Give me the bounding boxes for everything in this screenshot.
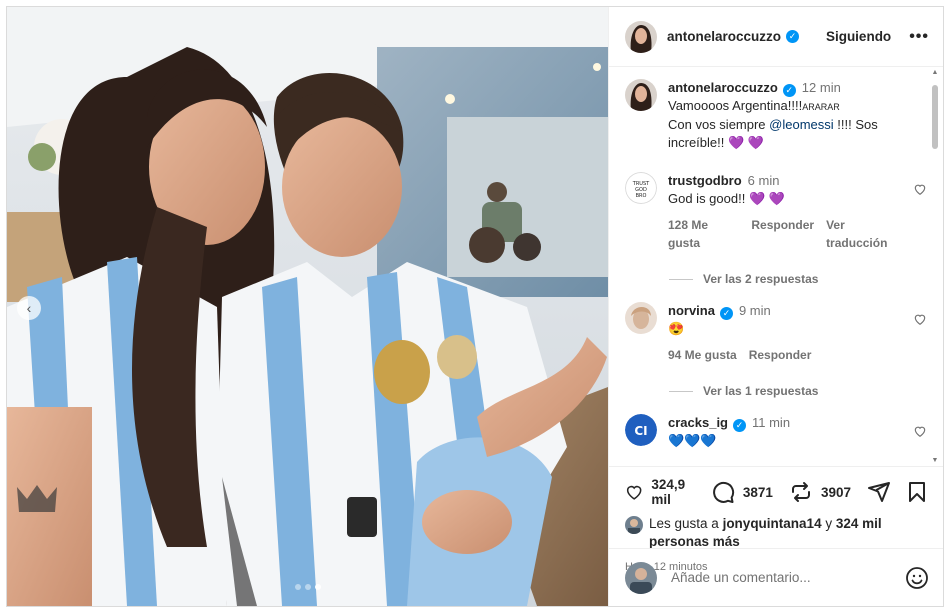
comment-body: norvina ✓ 9 min 😍 94 Me gusta Responder [668, 302, 905, 364]
comment-body: trustgodbro 6 min God is good!! 💜 💜 128 M… [668, 172, 905, 252]
add-comment-input[interactable] [671, 570, 881, 585]
comment: norvina ✓ 9 min 😍 94 Me gusta Responder [625, 302, 927, 364]
comment-text: God is good!! 💜 💜 [668, 191, 785, 206]
heart-icon [626, 485, 642, 500]
comment-bubble-icon [713, 481, 734, 503]
svg-text:CI: CI [634, 424, 647, 438]
comment-meta: 94 Me gusta Responder [668, 346, 905, 364]
comment-username[interactable]: norvina [668, 303, 715, 318]
comment: CI cracks_ig ✓ 11 min 💙💙💙 [625, 414, 927, 450]
comment-time[interactable]: 11 min [752, 415, 790, 430]
like-comment-heart-icon[interactable] [913, 182, 927, 196]
post-header: antonelaroccuzzo ✓ Siguiendo ••• [609, 7, 943, 67]
carousel-dot-active [314, 584, 321, 590]
verified-badge-icon: ✓ [733, 419, 746, 432]
liked-by-text: Les gusta a jonyquintana14 y 324 mil per… [649, 516, 882, 549]
liker-username[interactable]: jonyquintana14 [723, 516, 822, 531]
caption-line-1: Vamoooos Argentina!!!!ARARAR [668, 98, 840, 113]
comment-likes-count[interactable]: 128 Me gusta [668, 216, 739, 252]
liked-by: Les gusta a jonyquintana14 y 324 mil per… [625, 515, 929, 551]
carousel-dot [294, 584, 301, 590]
caption: antonelaroccuzzo ✓ 12 min Vamoooos Argenti… [625, 79, 927, 152]
more-options-icon[interactable]: ••• [909, 28, 929, 46]
replies-divider [669, 390, 693, 392]
post-details-panel: antonelaroccuzzo ✓ Siguiendo ••• ▲ ▼ ant… [608, 7, 943, 606]
chevron-left-icon: ‹ [26, 300, 32, 316]
repost-button[interactable]: 3907 [789, 480, 851, 504]
liker-avatar[interactable] [625, 516, 643, 534]
like-comment-heart-icon[interactable] [913, 424, 927, 438]
comment-username[interactable]: cracks_ig [668, 415, 728, 430]
comments-count: 3871 [742, 484, 773, 500]
caption-avatar[interactable] [625, 79, 657, 111]
verified-badge-icon: ✓ [782, 84, 796, 97]
scrollbar-thumb[interactable] [932, 85, 938, 149]
emoji-icon[interactable] [905, 566, 929, 590]
add-comment-bar [609, 548, 943, 606]
photo-illustration [7, 7, 608, 606]
view-replies-button[interactable]: Ver las 2 respuestas [669, 272, 927, 286]
post-photo[interactable]: ‹ [7, 7, 608, 606]
comment-text: 😍 [668, 321, 685, 336]
svg-text:BRO: BRO [636, 193, 647, 199]
view-replies-button[interactable]: Ver las 1 respuestas [669, 384, 927, 398]
comment: TRUST GOD BRO trustgodbro 6 min God is go… [625, 172, 927, 252]
action-bar-right [867, 480, 929, 504]
comment-body: cracks_ig ✓ 11 min 💙💙💙 [668, 414, 905, 450]
following-button[interactable]: Siguiendo [826, 29, 891, 44]
comment-time[interactable]: 6 min [748, 173, 780, 188]
reply-button[interactable]: Responder [751, 216, 814, 252]
current-user-avatar [625, 561, 657, 594]
comment-meta: 128 Me gusta Responder Ver traducción [668, 216, 905, 252]
comments-list[interactable]: ▲ ▼ antonelaroccuzzo ✓ 12 min Vamoooos Arg [609, 67, 943, 466]
share-icon[interactable] [867, 480, 891, 504]
author-username[interactable]: antonelaroccuzzo [667, 29, 781, 44]
caption-username[interactable]: antonelaroccuzzo [668, 80, 778, 95]
replies-divider [669, 278, 693, 280]
bookmark-icon[interactable] [905, 480, 929, 504]
caption-body: antonelaroccuzzo ✓ 12 min Vamoooos Argenti… [668, 79, 927, 152]
commenter-avatar[interactable]: CI [625, 414, 657, 446]
caption-line-2: Con vos siempre @leomessi !!!! Sos [668, 117, 878, 132]
comment-button[interactable]: 3871 [711, 480, 773, 504]
comment-text: 💙💙💙 [668, 433, 717, 448]
comment-likes-count[interactable]: 94 Me gusta [668, 346, 737, 364]
repost-icon [791, 482, 810, 502]
author-avatar[interactable] [625, 20, 657, 53]
carousel-indicator [294, 584, 321, 590]
carousel-dot [304, 584, 311, 590]
like-button[interactable]: 324,9 mil [625, 477, 695, 507]
reposts-count: 3907 [820, 484, 851, 500]
reply-button[interactable]: Responder [749, 346, 812, 364]
mention-link[interactable]: @leomessi [769, 117, 834, 132]
action-bar: 324,9 mil 3871 3907 [625, 477, 929, 507]
translate-button[interactable]: Ver traducción [826, 216, 905, 252]
likes-count[interactable]: 324,9 mil [651, 477, 695, 507]
caption-line-3: increíble!! 💜 💜 [668, 135, 764, 150]
comment-time[interactable]: 9 min [739, 303, 771, 318]
scroll-up-arrow-icon[interactable]: ▲ [931, 69, 939, 76]
caption-time[interactable]: 12 min [802, 80, 841, 95]
comment-username[interactable]: trustgodbro [668, 173, 742, 188]
commenter-avatar[interactable] [625, 302, 657, 334]
verified-badge-icon: ✓ [786, 30, 800, 43]
previous-photo-button[interactable]: ‹ [17, 296, 41, 320]
post-modal: ‹ antonelaroccuzzo ✓ Siguiendo ••• ▲ ▼ a… [6, 6, 944, 607]
like-comment-heart-icon[interactable] [913, 312, 927, 326]
commenter-avatar[interactable]: TRUST GOD BRO [625, 172, 657, 204]
verified-badge-icon: ✓ [719, 307, 733, 320]
scroll-down-arrow-icon[interactable]: ▼ [931, 457, 939, 464]
